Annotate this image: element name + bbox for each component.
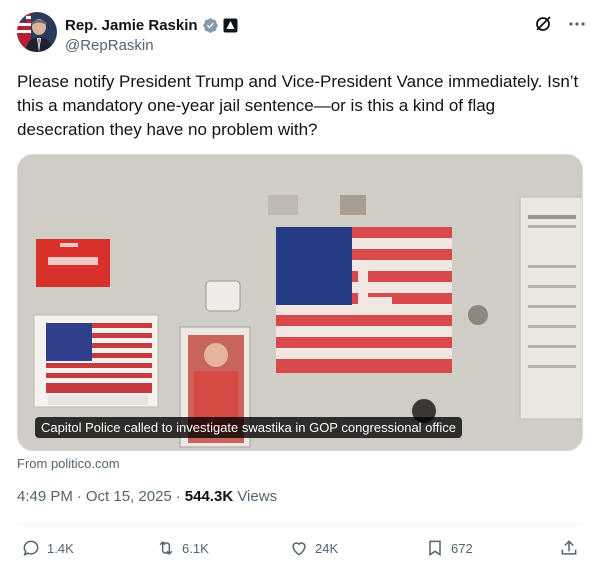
divider: [17, 524, 583, 525]
tweet-header: Rep. Jamie Raskin @RepRaskin: [17, 12, 587, 56]
views-count: 544.3K: [184, 488, 234, 505]
government-badge-icon: [223, 18, 238, 33]
bookmark-button[interactable]: 672: [425, 535, 473, 561]
action-bar: 1.4K 6.1K 24K 672: [17, 535, 583, 561]
share-button[interactable]: [559, 535, 579, 561]
views-label: Views: [237, 488, 278, 505]
tweet-meta: 4:49 PM · Oct 15, 2025 · 544.3K Views: [17, 488, 277, 505]
card-photo: [18, 155, 582, 450]
author-handle[interactable]: @RepRaskin: [65, 37, 154, 54]
like-button[interactable]: 24K: [289, 535, 338, 561]
tweet-date[interactable]: Oct 15, 2025: [86, 488, 172, 505]
meta-separator: ·: [175, 488, 181, 505]
like-count: 24K: [315, 540, 339, 556]
author-display-name[interactable]: Rep. Jamie Raskin: [65, 17, 198, 34]
bookmark-count: 672: [451, 540, 473, 556]
tweet-text: Please notify President Trump and Vice-P…: [17, 72, 579, 139]
meta-separator: ·: [76, 488, 82, 505]
verified-badge-icon: [202, 17, 219, 34]
repost-icon: [159, 541, 173, 555]
grok-icon[interactable]: [533, 14, 553, 34]
link-card[interactable]: Capitol Police called to investigate swa…: [17, 154, 583, 451]
author-name-row: Rep. Jamie Raskin: [65, 15, 238, 35]
card-source[interactable]: From politico.com: [17, 456, 120, 471]
repost-button[interactable]: 6.1K: [156, 535, 209, 561]
reply-button[interactable]: 1.4K: [21, 535, 74, 561]
avatar[interactable]: [17, 12, 57, 52]
tweet-time[interactable]: 4:49 PM: [17, 488, 73, 505]
bookmark-icon: [429, 540, 441, 557]
reply-count: 1.4K: [47, 540, 74, 556]
share-icon: [561, 540, 577, 555]
reply-icon: [23, 540, 39, 557]
more-icon[interactable]: [567, 14, 587, 34]
card-caption: Capitol Police called to investigate swa…: [35, 417, 463, 438]
heart-icon: [292, 542, 306, 556]
repost-count: 6.1K: [182, 540, 209, 556]
header-actions: [533, 14, 587, 34]
